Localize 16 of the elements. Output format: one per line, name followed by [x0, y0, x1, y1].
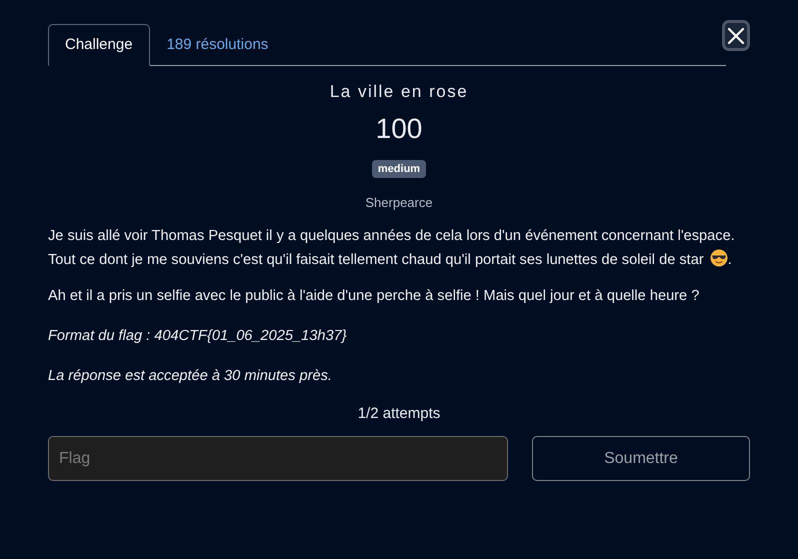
challenge-title: La ville en rose	[328, 82, 470, 102]
tab[interactable]: Challenge	[48, 24, 150, 66]
description-text: Je suis allé voir Thomas Pesquet il y a quelques années de cela lors d'un événement concernant l'espace. Tout ce dont je me souviens c'est qu'il faisait tellement chaud qu'il portait ses lunettes de soleil de star .	[48, 227, 736, 270]
points-value: 100	[374, 113, 424, 145]
submit-button[interactable]: Soumettre	[532, 436, 750, 481]
close-icon	[726, 26, 746, 46]
description-text: Format du flag : 404CTF{01_06_2025_13h37}	[48, 327, 348, 346]
description-text: La réponse est acceptée à 30 minutes près.	[48, 367, 333, 386]
author-name: Sherpearce	[364, 195, 434, 210]
tab[interactable]: 189 résolutions	[150, 24, 286, 66]
attempts-count: 1/2 attempts	[356, 405, 442, 422]
close-button[interactable]	[722, 20, 750, 51]
difficulty-badge: medium	[372, 160, 426, 178]
description-text: Ah et il a pris un selfie avec le public à l'aide d'une perche à selfie ! Mais quel jour et à quelle heure ?	[48, 287, 700, 306]
flag-input-field[interactable]: Flag	[48, 436, 508, 481]
sunglasses-face-icon	[710, 249, 728, 267]
